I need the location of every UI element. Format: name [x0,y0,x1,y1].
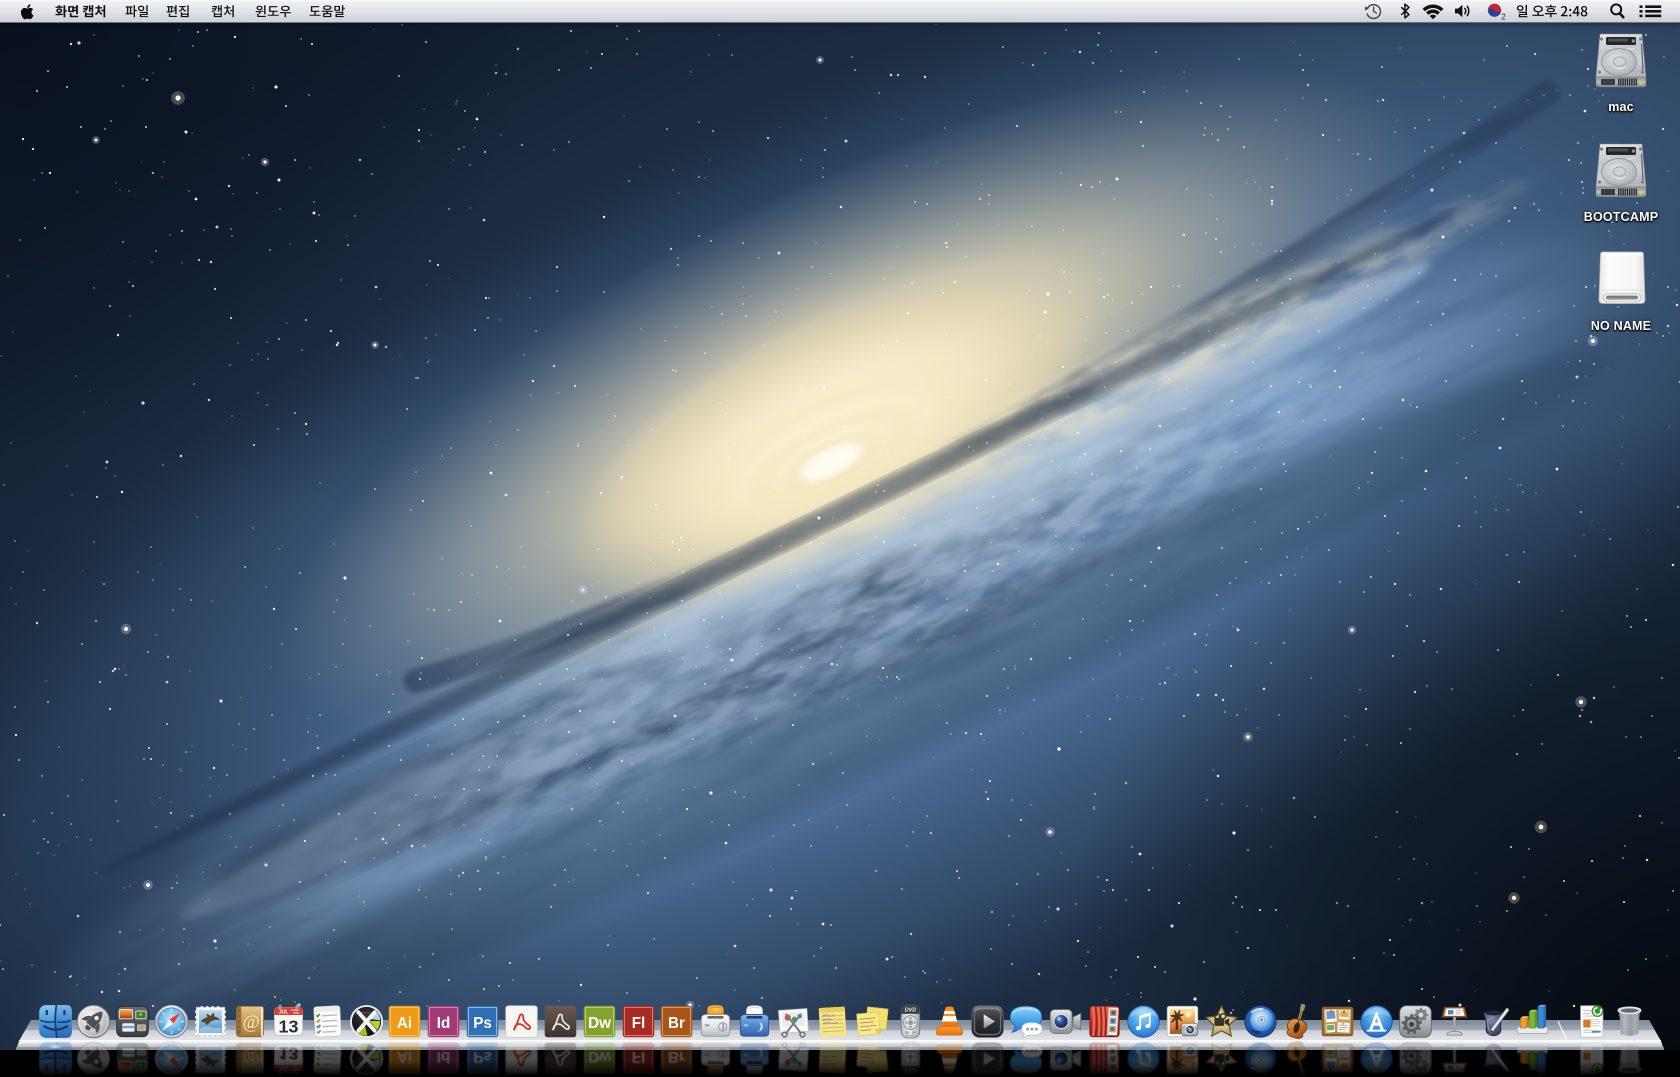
svg-text:Br: Br [668,1015,685,1032]
svg-text:Dw: Dw [588,1015,611,1032]
svg-text:Ai: Ai [397,1048,412,1065]
svg-text:@: @ [242,1013,259,1033]
svg-text:JUL: JUL [278,1065,287,1071]
svg-text:Id: Id [437,1048,451,1065]
svg-text:13: 13 [278,1016,298,1036]
svg-text:Br: Br [668,1048,685,1065]
svg-text:13: 13 [278,1044,298,1064]
svg-text:Fl: Fl [631,1048,645,1065]
svg-text:2: 2 [1501,13,1506,22]
svg-text:DVD: DVD [904,1007,916,1013]
svg-text:Ps: Ps [473,1015,492,1032]
svg-text:Dw: Dw [588,1048,611,1065]
svg-text:JUL: JUL [278,1009,287,1015]
svg-text:Id: Id [437,1015,451,1032]
svg-text:DVD: DVD [904,1067,916,1073]
svg-text:Fl: Fl [631,1015,645,1032]
svg-text:Ps: Ps [473,1048,492,1065]
svg-text:Ai: Ai [397,1015,412,1032]
